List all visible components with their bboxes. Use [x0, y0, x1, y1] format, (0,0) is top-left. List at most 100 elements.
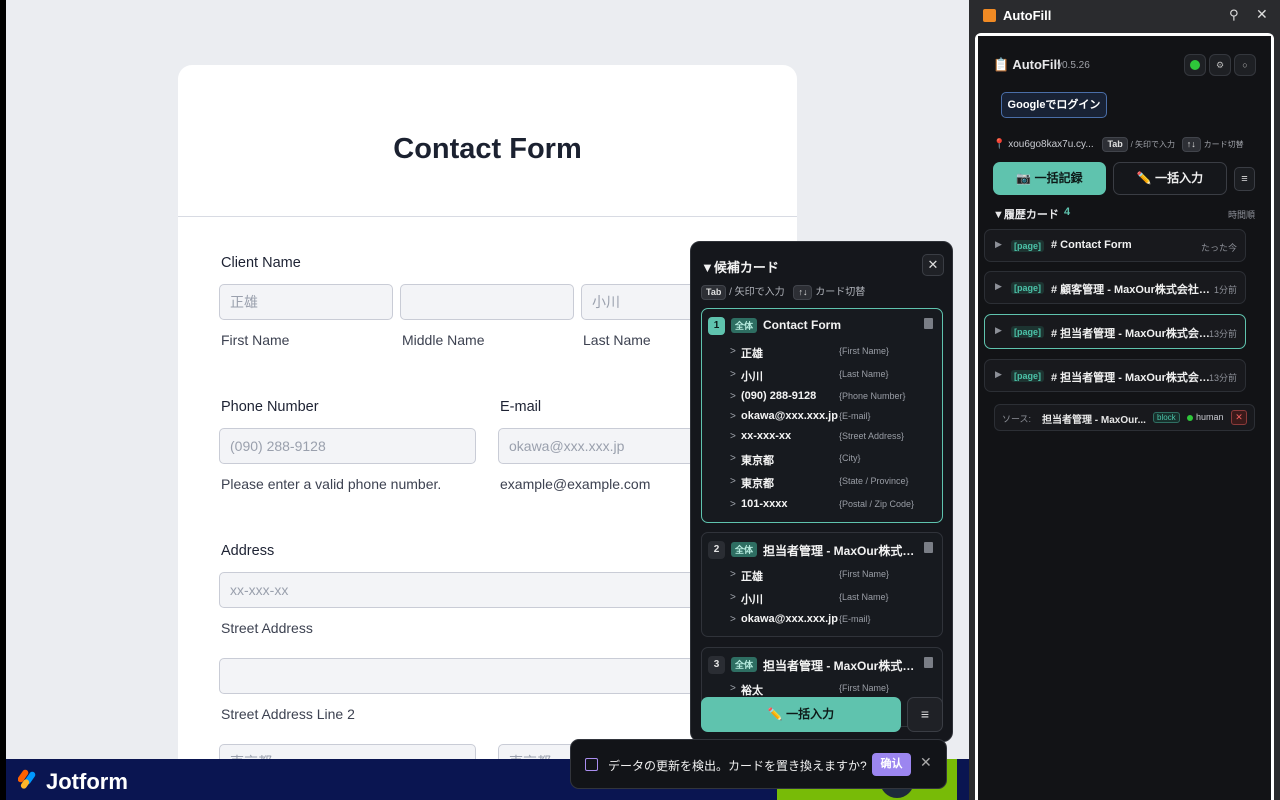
candidate-row[interactable]: > xx-xxx-xx {Street Address} [730, 430, 930, 446]
history-card-name: # 担当者管理 - MaxOur株式会社 - 担当者一覧 [1051, 372, 1211, 384]
history-card-time: 13分前 [1208, 329, 1237, 339]
street-input[interactable]: xx-xxx-xx [219, 572, 755, 608]
trash-icon[interactable] [924, 542, 933, 553]
street2-input[interactable] [219, 658, 755, 694]
trash-icon[interactable] [924, 318, 933, 329]
scope-badge: 全体 [731, 542, 758, 557]
bulk-record-button[interactable]: 📷 一括記録 [993, 162, 1106, 195]
candidate-row[interactable]: > 小川 {Last Name} [730, 591, 930, 607]
history-card-selected[interactable]: ▶ [page] # 担当者管理 - MaxOur株式会社 - 担当者一覧 13… [984, 314, 1246, 349]
street2-sublabel: Street Address Line 2 [221, 706, 355, 722]
trash-icon[interactable] [924, 657, 933, 668]
email-label: E-mail [500, 399, 542, 415]
email-sublabel: example@example.com [500, 476, 651, 492]
arrows-key: ↑↓ [1181, 137, 1201, 152]
candidate-bulk-fill-button[interactable]: ✏️ 一括入力 [701, 697, 901, 732]
tab-hint-text: / 矢印で入力 [729, 287, 785, 298]
tab-hint-text: / 矢印で入力 [1130, 140, 1176, 149]
source-name: 担当者管理 - MaxOur... [1042, 415, 1146, 426]
card-number: 2 [708, 541, 725, 559]
client-name-label: Client Name [221, 255, 301, 271]
jotform-logo-icon [18, 769, 36, 789]
candidate-row[interactable]: > 裕太 {First Name} [730, 682, 930, 698]
candidate-row[interactable]: > 正雄 {First Name} [730, 568, 930, 584]
arrows-key: ↑↓ [793, 285, 813, 300]
autofill-sidebar: AutoFill ⚲ ✕ [969, 0, 1280, 800]
phone-label: Phone Number [221, 399, 319, 415]
page-tag: [page] [1011, 326, 1044, 338]
history-card[interactable]: ▶ [page] # 顧客管理 - MaxOur株式会社 - 顧客一覧 1分前 [984, 271, 1246, 304]
candidate-row[interactable]: > 東京都 {State / Province} [730, 475, 930, 491]
first-name-input[interactable]: 正雄 [219, 284, 393, 320]
arrows-hint-text: カード切替 [1203, 140, 1244, 149]
card-number: 1 [708, 317, 725, 335]
arrows-hint-text: カード切替 [815, 287, 866, 298]
candidate-popup: ▼候補カード ✕ Tab / 矢印で入力 ↑↓ カード切替 1 全体 Conta… [690, 241, 953, 742]
middle-name-input[interactable] [400, 284, 574, 320]
candidate-row[interactable]: > okawa@xxx.xxx.jp {E-mail} [730, 613, 930, 629]
pin-icon[interactable]: ⚲ [1229, 7, 1239, 23]
candidate-row[interactable]: >101-xxxx {Postal / Zip Code} [730, 498, 930, 514]
card-number: 3 [708, 656, 725, 674]
history-card[interactable]: ▶ [page] # Contact Form たった今 [984, 229, 1246, 262]
status-dot [1187, 415, 1193, 421]
tab-key: Tab [701, 285, 727, 300]
bulk-fill-button[interactable]: ✏️ 一括入力 [1113, 162, 1227, 195]
candidate-close-button[interactable]: ✕ [922, 254, 944, 276]
history-card-time: たった今 [1200, 243, 1237, 253]
card-title: 担当者管理 - MaxOur株式会社 - 担当者一覧 [763, 544, 918, 558]
remove-source-button[interactable]: ✕ [1231, 410, 1247, 425]
status-indicator[interactable] [1184, 54, 1206, 76]
candidate-row[interactable]: > 正雄 {First Name} [730, 345, 930, 361]
card-title: 担当者管理 - MaxOur株式会社 - 担当者一覧 [763, 659, 918, 673]
candidate-menu-button[interactable]: ≡ [907, 697, 943, 732]
sort-order-label[interactable]: 時間順 [1228, 208, 1255, 221]
candidate-row[interactable]: > 小川 {Last Name} [730, 368, 930, 384]
close-icon[interactable]: ✕ [1256, 6, 1268, 23]
toast-confirm-button[interactable]: 确认 [872, 753, 911, 776]
phone-sublabel: Please enter a valid phone number. [221, 476, 442, 492]
page-tag: [page] [1011, 240, 1044, 252]
google-login-button[interactable]: Googleでログイン [1001, 92, 1107, 118]
human-tag: human [1196, 412, 1224, 422]
scope-badge: 全体 [731, 318, 758, 333]
toast-close-icon[interactable]: ✕ [920, 754, 932, 771]
history-card-name: # Contact Form [1051, 239, 1132, 251]
jotform-brand: Jotform [46, 769, 128, 794]
candidate-hint-row: Tab / 矢印で入力 ↑↓ カード切替 [701, 283, 865, 300]
address-label: Address [221, 543, 275, 559]
candidate-card-selected[interactable]: 1 全体 Contact Form > 正雄 {First Name} > 小川 {La… [701, 308, 943, 523]
page-tag: [page] [1011, 282, 1044, 294]
history-card[interactable]: ▶ [page] # 担当者管理 - MaxOur株式会社 - 担当者一覧 13… [984, 359, 1246, 392]
phone-input[interactable]: (090) 288-9128 [219, 428, 476, 464]
candidate-row[interactable]: > 東京都 {City} [730, 452, 930, 468]
host-label: 📍 xou6go8kax7u.cy... [993, 139, 1094, 150]
form-title: Contact Form [393, 133, 582, 165]
window-title: AutoFill [1003, 8, 1052, 23]
middle-name-sublabel: Middle Name [402, 332, 485, 348]
sidebar-titlebar: AutoFill ⚲ ✕ [969, 0, 1280, 32]
page-tag: [page] [1011, 370, 1044, 382]
street-sublabel: Street Address [221, 620, 313, 636]
refresh-icon[interactable]: ○ [1234, 54, 1256, 76]
candidate-row[interactable]: > (090) 288-9128 {Phone Number} [730, 390, 930, 406]
source-label: ソース: [1002, 414, 1032, 424]
card-title: Contact Form [763, 318, 841, 332]
save-icon [585, 758, 598, 771]
first-name-sublabel: First Name [221, 332, 290, 348]
expand-icon: ▶ [995, 239, 1002, 249]
block-tag: block [1153, 412, 1180, 423]
sidebar-brand: 📋 AutoFill [993, 57, 1061, 72]
history-card-name: # 担当者管理 - MaxOur株式会社 - 担当者一覧 [1051, 328, 1211, 340]
candidate-card[interactable]: 2 全体 担当者管理 - MaxOur株式会社 - 担当者一覧 >正雄{Firs… [701, 532, 943, 637]
history-card-name: # 顧客管理 - MaxOur株式会社 - 顧客一覧 [1051, 284, 1211, 296]
candidate-title: ▼候補カード [701, 260, 779, 275]
settings-gear-icon[interactable]: ⚙ [1209, 54, 1231, 76]
source-row: ソース: 担当者管理 - MaxOur... block human ✕ [994, 404, 1255, 431]
version-label: v0.5.26 [1057, 60, 1090, 71]
app-icon [983, 9, 996, 22]
expand-icon: ▶ [995, 325, 1002, 335]
update-toast: データの更新を検出。カードを置き換えますか? 确认 ✕ [570, 739, 947, 789]
sidebar-menu-button[interactable]: ≡ [1234, 167, 1255, 191]
candidate-row[interactable]: > okawa@xxx.xxx.jp {E-mail} [730, 410, 930, 426]
